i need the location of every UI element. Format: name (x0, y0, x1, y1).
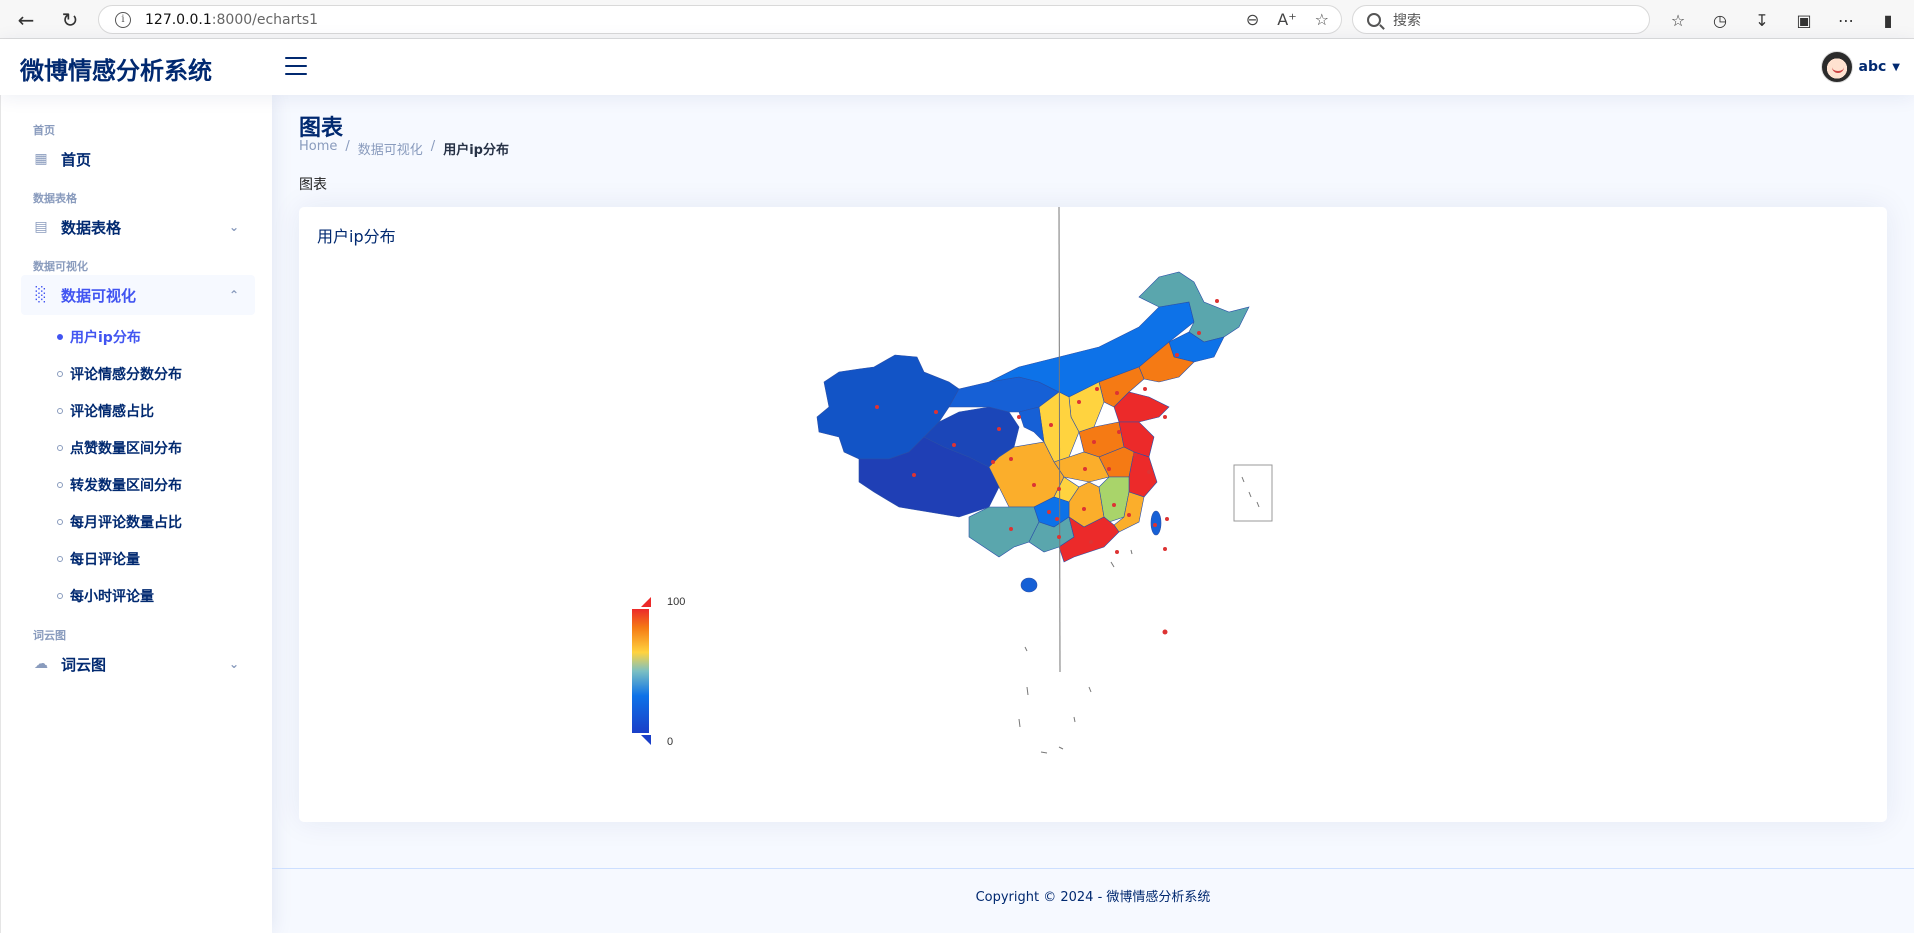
sidebar-subitem-label: 用户ip分布 (70, 327, 141, 347)
sidebar-item-tables[interactable]: ▤ 数据表格 ⌄ (21, 207, 255, 247)
favorite-star-icon[interactable]: ☆ (1315, 10, 1329, 29)
zoom-out-icon[interactable]: ⊖ (1246, 10, 1259, 29)
sidebar-subitem-hourly-count[interactable]: 每小时评论量 (57, 584, 154, 608)
sidebar-subitem-ip-distribution[interactable]: 用户ip分布 (57, 325, 141, 349)
grid-icon: ▦ (33, 151, 49, 167)
sidebar-subitem-label: 转发数量区间分布 (70, 475, 182, 495)
browser-toolbar: ← ↻ i 127.0.0.1:8000/echarts1 ⊖ A⁺ ☆ 搜索 … (0, 0, 1914, 39)
sidebar-item-home[interactable]: ▦ 首页 (21, 139, 255, 179)
sidebar-subitem-label: 每日评论量 (70, 549, 140, 569)
sidebar-subitem-daily-count[interactable]: 每日评论量 (57, 547, 140, 571)
search-placeholder: 搜索 (1393, 10, 1421, 30)
info-icon[interactable]: i (115, 12, 131, 28)
bullet-icon (57, 519, 63, 525)
breadcrumb-separator: / (345, 139, 349, 158)
table-icon: ▤ (33, 219, 49, 235)
sidebar-subitem-likes-range[interactable]: 点赞数量区间分布 (57, 436, 182, 460)
sidebar-subitem-reposts-range[interactable]: 转发数量区间分布 (57, 473, 182, 497)
sidebar-item-label: 数据可视化 (61, 285, 136, 306)
page-title: 图表 (299, 110, 343, 142)
search-icon (1367, 13, 1381, 27)
caret-down-icon[interactable]: ▼ (1892, 62, 1900, 73)
map-region[interactable] (969, 507, 1039, 557)
south-sea-inset (1234, 465, 1272, 521)
sidebar-subitem-label: 评论情感占比 (70, 401, 154, 421)
bullet-icon (57, 556, 63, 562)
read-aloud-icon[interactable]: A⁺ (1277, 10, 1296, 29)
breadcrumb-visualization[interactable]: 数据可视化 (358, 139, 423, 158)
chevron-down-icon: ⌄ (229, 657, 239, 671)
screenshot-icon[interactable]: ▣ (1790, 6, 1818, 34)
chart-card: 用户ip分布 (299, 207, 1887, 822)
sidebar-subitem-sentiment-score[interactable]: 评论情感分数分布 (57, 362, 182, 386)
sidebar-item-wordcloud[interactable]: ☁ 词云图 ⌄ (21, 644, 255, 684)
menu-toggle-icon[interactable] (285, 57, 307, 75)
download-icon[interactable]: ↧ (1748, 6, 1776, 34)
sidebar-subitem-label: 评论情感分数分布 (70, 364, 182, 384)
sidebar-item-label: 数据表格 (61, 217, 121, 238)
sidebar-item-label: 首页 (61, 149, 91, 170)
user-menu[interactable]: abc ▼ (1821, 51, 1900, 83)
more-icon[interactable]: ⋯ (1832, 6, 1860, 34)
sidebar-item-label: 词云图 (61, 654, 106, 675)
bullet-icon (57, 334, 63, 340)
visual-map-min-handle[interactable] (641, 735, 651, 745)
url-path: :8000/echarts1 (212, 12, 318, 28)
avatar[interactable] (1821, 51, 1853, 83)
chevron-up-icon: ⌃ (229, 288, 239, 302)
app-header: 微博情感分析系统 abc ▼ (0, 39, 1914, 95)
bullet-icon (57, 593, 63, 599)
sidebar-heading-home: 首页 (33, 122, 55, 138)
sidebar-subitem-label: 每月评论数量占比 (70, 512, 182, 532)
sidebar-item-visualization[interactable]: ░ 数据可视化 ⌃ (21, 275, 255, 315)
history-icon[interactable]: ◷ (1706, 6, 1734, 34)
bar-chart-icon: ░ (33, 287, 49, 303)
breadcrumb-separator: / (431, 139, 435, 158)
breadcrumb-home[interactable]: Home (299, 139, 337, 158)
map-region-taiwan[interactable] (1151, 511, 1161, 535)
visual-map-min-label: 0 (667, 736, 673, 748)
map-region[interactable] (1129, 452, 1157, 497)
breadcrumb: Home / 数据可视化 / 用户ip分布 (299, 139, 509, 158)
footer-divider (272, 868, 1914, 869)
bullet-icon (57, 371, 63, 377)
sidebar-subitem-monthly-ratio[interactable]: 每月评论数量占比 (57, 510, 182, 534)
sidebar-heading-tables: 数据表格 (33, 190, 77, 206)
url-host: 127.0.0.1 (145, 12, 212, 28)
address-bar[interactable]: i 127.0.0.1:8000/echarts1 ⊖ A⁺ ☆ (98, 5, 1342, 34)
refresh-icon[interactable]: ↻ (52, 4, 88, 36)
bullet-icon (57, 445, 63, 451)
browser-search-input[interactable]: 搜索 (1352, 5, 1650, 34)
visual-map-max-handle[interactable] (641, 597, 651, 607)
favorites-icon[interactable]: ☆ (1664, 6, 1692, 34)
visual-map-max-label: 100 (667, 596, 685, 608)
app-logo[interactable]: 微博情感分析系统 (20, 51, 212, 86)
sidebar-heading-visualization: 数据可视化 (33, 258, 88, 274)
footer-copyright: Copyright © 2024 - 微博情感分析系统 (272, 886, 1914, 905)
bullet-icon (57, 408, 63, 414)
china-map-chart[interactable]: 100 0 (299, 207, 1887, 822)
sidebar-subitem-label: 点赞数量区间分布 (70, 438, 182, 458)
user-name[interactable]: abc (1859, 59, 1887, 75)
map-region-hainan[interactable] (1021, 578, 1037, 592)
bullet-icon (57, 482, 63, 488)
chevron-down-icon: ⌄ (229, 220, 239, 234)
visual-map-bar[interactable] (632, 609, 649, 733)
breadcrumb-current: 用户ip分布 (443, 139, 509, 158)
sidebar-heading-wordcloud: 词云图 (33, 627, 66, 643)
cloud-icon: ☁ (33, 656, 49, 672)
sidebar-subitem-sentiment-ratio[interactable]: 评论情感占比 (57, 399, 154, 423)
sidebar: 首页 ▦ 首页 数据表格 ▤ 数据表格 ⌄ 数据可视化 ░ 数据可视化 ⌃ 用户… (0, 95, 272, 933)
sidebar-toggle-icon[interactable]: ▮ (1874, 6, 1902, 34)
sidebar-subitem-label: 每小时评论量 (70, 586, 154, 606)
back-icon[interactable]: ← (8, 4, 44, 36)
section-subtitle: 图表 (299, 174, 327, 194)
